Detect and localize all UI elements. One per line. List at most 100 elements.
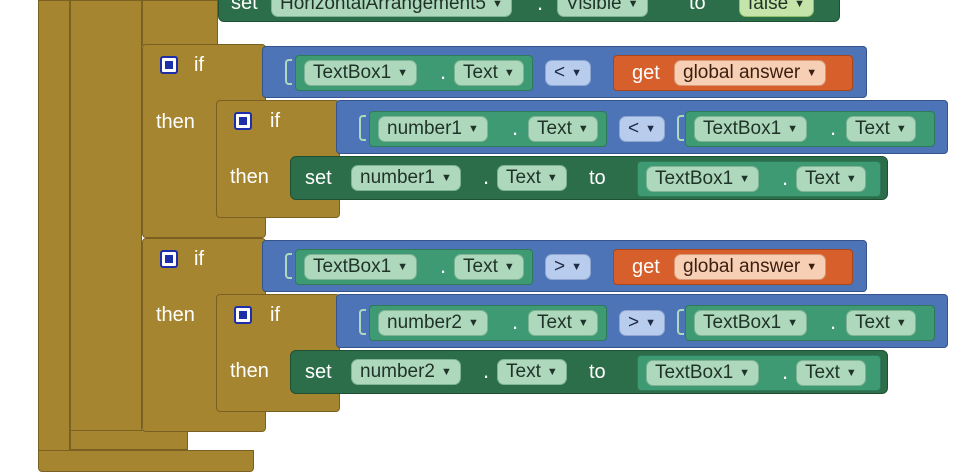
property-dropdown[interactable]: Text ▼ bbox=[846, 116, 916, 142]
dot: . bbox=[483, 358, 490, 383]
chevron-down-icon: ▼ bbox=[739, 367, 751, 379]
socket-bracket bbox=[359, 115, 366, 141]
chevron-down-icon: ▼ bbox=[794, 0, 806, 10]
chevron-down-icon: ▼ bbox=[845, 367, 857, 379]
mid-control-bottom[interactable] bbox=[70, 430, 188, 450]
socket-bracket bbox=[677, 309, 684, 335]
dot: . bbox=[440, 59, 447, 84]
chevron-down-icon: ▼ bbox=[491, 0, 503, 10]
component-dropdown[interactable]: number2 ▼ bbox=[351, 359, 461, 385]
chevron-down-icon: ▼ bbox=[895, 317, 907, 329]
variable-dropdown[interactable]: global answer ▼ bbox=[674, 60, 827, 86]
chevron-down-icon: ▼ bbox=[397, 261, 409, 273]
chevron-down-icon: ▼ bbox=[787, 123, 799, 135]
mutator-gear-icon[interactable] bbox=[160, 250, 178, 268]
textbox-getter-block[interactable]: TextBox1 ▼ . Text ▼ bbox=[637, 161, 881, 197]
chevron-down-icon: ▼ bbox=[546, 366, 558, 378]
component-dropdown[interactable]: TextBox1 ▼ bbox=[694, 116, 808, 142]
dot: . bbox=[483, 164, 490, 189]
operator-dropdown[interactable]: < ▼ bbox=[619, 116, 665, 142]
inner-control-arm[interactable] bbox=[142, 0, 218, 46]
property-dropdown[interactable]: Text ▼ bbox=[528, 116, 598, 142]
chevron-down-icon: ▼ bbox=[468, 123, 479, 135]
chevron-down-icon: ▼ bbox=[503, 67, 515, 79]
number-getter-block[interactable]: number2 ▼ . Text ▼ bbox=[369, 305, 607, 341]
chevron-down-icon: ▼ bbox=[441, 366, 452, 378]
property-dropdown[interactable]: Text ▼ bbox=[454, 254, 524, 280]
chevron-down-icon: ▼ bbox=[571, 261, 582, 273]
dot: . bbox=[782, 359, 789, 384]
then-keyword: then bbox=[156, 111, 195, 133]
chevron-down-icon: ▼ bbox=[577, 317, 589, 329]
textbox-getter-block[interactable]: TextBox1 ▼ . Text ▼ bbox=[637, 355, 881, 391]
chevron-down-icon: ▼ bbox=[627, 0, 639, 10]
property-dropdown[interactable]: Text ▼ bbox=[497, 165, 567, 191]
top-setter-block[interactable]: set HorizontalArrangement5 ▼ . Visible ▼ t… bbox=[218, 0, 840, 22]
mutator-gear-icon[interactable] bbox=[234, 112, 252, 130]
property-dropdown[interactable]: Text ▼ bbox=[497, 359, 567, 385]
outer-control-arm[interactable] bbox=[38, 0, 70, 462]
operator-dropdown[interactable]: > ▼ bbox=[619, 310, 665, 336]
number-getter-block[interactable]: number1 ▼ . Text ▼ bbox=[369, 111, 607, 147]
textbox-getter-block[interactable]: TextBox1 ▼ . Text ▼ bbox=[295, 249, 533, 285]
mid-control-arm[interactable] bbox=[70, 0, 142, 448]
chevron-down-icon: ▼ bbox=[645, 317, 656, 329]
mutator-gear-icon[interactable] bbox=[160, 56, 178, 74]
property-dropdown[interactable]: Text ▼ bbox=[796, 166, 866, 192]
property-dropdown[interactable]: Text ▼ bbox=[796, 360, 866, 386]
component-dropdown[interactable]: TextBox1 ▼ bbox=[694, 310, 808, 336]
top-component-dropdown[interactable]: HorizontalArrangement5 ▼ bbox=[271, 0, 512, 17]
property-dropdown[interactable]: Text ▼ bbox=[846, 310, 916, 336]
set-keyword: set bbox=[305, 361, 332, 383]
chevron-down-icon: ▼ bbox=[397, 67, 409, 79]
top-value-dropdown[interactable]: false ▼ bbox=[739, 0, 815, 17]
chevron-down-icon: ▼ bbox=[845, 173, 857, 185]
if-keyword: if bbox=[194, 54, 204, 76]
operator-dropdown[interactable]: < ▼ bbox=[545, 60, 591, 86]
setter-block[interactable]: set number2 ▼ . Text ▼ to TextBox1 ▼ . Text… bbox=[290, 350, 888, 394]
textbox-getter-block[interactable]: TextBox1 ▼ . Text ▼ bbox=[295, 55, 533, 91]
socket-bracket bbox=[359, 309, 366, 335]
dot: . bbox=[830, 115, 837, 140]
inner-compare-block[interactable]: number2 ▼ . Text ▼ > ▼ TextBox1 ▼ . Text ▼ bbox=[336, 294, 948, 348]
textbox-getter-block[interactable]: TextBox1 ▼ . Text ▼ bbox=[685, 305, 935, 341]
get-variable-block[interactable]: get global answer ▼ bbox=[613, 55, 853, 91]
dot: . bbox=[512, 309, 519, 334]
inner-if-keyword: if bbox=[270, 110, 280, 132]
get-variable-block[interactable]: get global answer ▼ bbox=[613, 249, 853, 285]
chevron-down-icon: ▼ bbox=[546, 172, 558, 184]
mutator-gear-icon[interactable] bbox=[234, 306, 252, 324]
chevron-down-icon: ▼ bbox=[806, 67, 818, 79]
set-keyword: set bbox=[305, 167, 332, 189]
socket-bracket bbox=[677, 115, 684, 141]
component-dropdown[interactable]: number2 ▼ bbox=[378, 310, 488, 336]
outer-control-bottom[interactable] bbox=[38, 450, 254, 472]
component-dropdown[interactable]: TextBox1 ▼ bbox=[304, 254, 418, 280]
property-dropdown[interactable]: Text ▼ bbox=[528, 310, 598, 336]
textbox-getter-block[interactable]: TextBox1 ▼ . Text ▼ bbox=[685, 111, 935, 147]
inner-compare-block[interactable]: number1 ▼ . Text ▼ < ▼ TextBox1 ▼ . Text ▼ bbox=[336, 100, 948, 154]
top-property-dropdown[interactable]: Visible ▼ bbox=[557, 0, 648, 17]
compare-block[interactable]: TextBox1 ▼ . Text ▼ < ▼ get global answer ▼ bbox=[262, 46, 867, 98]
chevron-down-icon: ▼ bbox=[577, 123, 589, 135]
chevron-down-icon: ▼ bbox=[787, 317, 799, 329]
dot: . bbox=[440, 253, 447, 278]
component-dropdown[interactable]: number1 ▼ bbox=[378, 116, 488, 142]
component-dropdown[interactable]: number1 ▼ bbox=[351, 165, 461, 191]
then-keyword: then bbox=[156, 304, 195, 326]
component-dropdown[interactable]: TextBox1 ▼ bbox=[646, 166, 760, 192]
setter-block[interactable]: set number1 ▼ . Text ▼ to TextBox1 ▼ . Text… bbox=[290, 156, 888, 200]
component-dropdown[interactable]: TextBox1 ▼ bbox=[304, 60, 418, 86]
compare-block[interactable]: TextBox1 ▼ . Text ▼ > ▼ get global answer ▼ bbox=[262, 240, 867, 292]
get-keyword: get bbox=[632, 256, 660, 278]
operator-dropdown[interactable]: > ▼ bbox=[545, 254, 591, 280]
dot: . bbox=[830, 309, 837, 334]
dot: . bbox=[512, 115, 519, 140]
variable-dropdown[interactable]: global answer ▼ bbox=[674, 254, 827, 280]
top-set-keyword: set bbox=[231, 0, 258, 14]
socket-bracket bbox=[285, 59, 292, 85]
component-dropdown[interactable]: TextBox1 ▼ bbox=[646, 360, 760, 386]
chevron-down-icon: ▼ bbox=[806, 261, 818, 273]
property-dropdown[interactable]: Text ▼ bbox=[454, 60, 524, 86]
chevron-down-icon: ▼ bbox=[739, 173, 751, 185]
